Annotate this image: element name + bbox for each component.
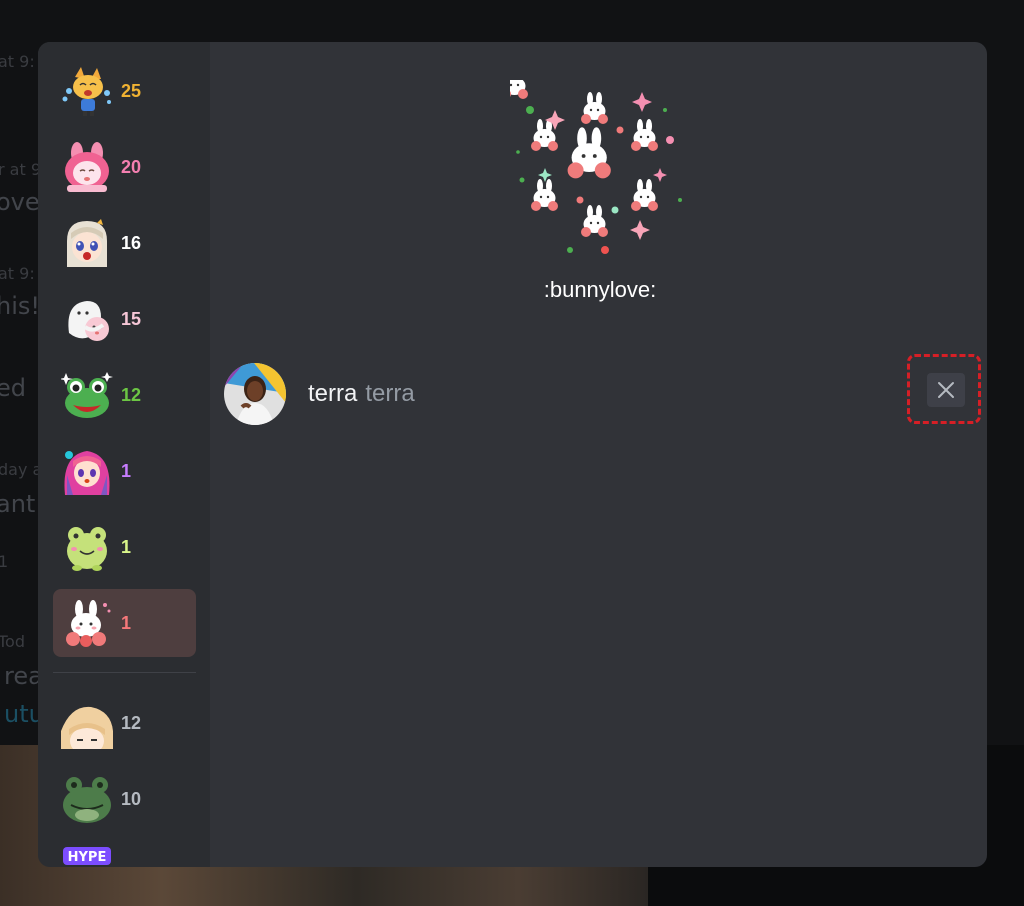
reaction-count: 1 xyxy=(121,536,132,557)
user-avatar xyxy=(224,363,286,425)
anime-girl-shocked-emoji xyxy=(61,217,113,269)
reaction-user-row[interactable]: terra terra xyxy=(224,362,415,426)
reactions-divider xyxy=(53,672,196,673)
frog-sparkle-emoji xyxy=(61,372,113,418)
reaction-count: 10 xyxy=(121,788,142,809)
reaction-count: 12 xyxy=(121,712,142,733)
reaction-count: 16 xyxy=(121,232,142,253)
frog-face-emoji xyxy=(63,777,111,823)
reaction-count: 25 xyxy=(121,80,142,101)
bg-chat-message: ant xyxy=(0,490,36,518)
anime-girl-peek-emoji xyxy=(61,706,113,749)
bg-chat-message: ed xyxy=(0,374,26,402)
reaction-item-pink-bunny-hood[interactable]: 20 xyxy=(53,133,196,201)
reaction-item-frog-face[interactable]: 10 xyxy=(53,765,196,833)
bg-chat-reaction: 1 xyxy=(0,552,9,571)
reaction-item-anime-girl-shocked[interactable]: 16 xyxy=(53,209,196,277)
remove-reaction-button[interactable] xyxy=(927,373,965,407)
reactions-modal: 25 20 16 15 12 1 1 1 12 10 HYPE:bunnylo… xyxy=(38,42,987,867)
hype-emoji: HYPE xyxy=(63,847,111,865)
bg-chat-timestamp: r at 9 xyxy=(0,160,42,179)
bg-chat-timestamp: Tod xyxy=(0,632,25,651)
reaction-item-hype[interactable]: HYPE xyxy=(53,841,196,867)
anime-girl-wave-emoji xyxy=(64,451,110,495)
bunny-love-emoji xyxy=(66,600,111,647)
bg-chat-timestamp: day a xyxy=(0,460,43,479)
bg-chat-timestamp: at 9: xyxy=(0,264,35,283)
reaction-count: 12 xyxy=(121,384,142,405)
reaction-item-anime-girl-peek[interactable]: 12 xyxy=(53,689,196,757)
ghost-hug-emoji xyxy=(68,301,109,341)
remove-reaction-highlight xyxy=(907,354,981,424)
user-display-name: terra xyxy=(308,380,358,407)
bg-chat-message: rea xyxy=(4,662,43,690)
bunny-love-emoji xyxy=(510,80,682,254)
close-icon xyxy=(938,382,954,398)
pink-bunny-hood-emoji xyxy=(65,142,109,192)
bg-chat-message: ove xyxy=(0,188,40,216)
reaction-count: 15 xyxy=(121,308,142,329)
reaction-count: 1 xyxy=(121,460,132,481)
green-frog-emoji xyxy=(67,527,107,571)
reaction-detail-panel: :bunnylove: terra terra xyxy=(210,42,987,867)
reaction-count: 20 xyxy=(121,156,142,177)
reaction-item-bunny-love[interactable]: 1 xyxy=(53,589,196,657)
cat-crying-emoji xyxy=(62,67,111,116)
user-username: terra xyxy=(365,380,415,407)
reaction-item-frog-sparkle[interactable]: 12 xyxy=(53,361,196,429)
svg-text:HYPE: HYPE xyxy=(68,850,107,865)
reaction-count: 1 xyxy=(121,612,132,633)
reaction-item-green-frog[interactable]: 1 xyxy=(53,513,196,581)
reaction-item-anime-girl-wave[interactable]: 1 xyxy=(53,437,196,505)
reaction-item-ghost-hug[interactable]: 15 xyxy=(53,285,196,353)
reaction-item-cat-crying[interactable]: 25 xyxy=(53,57,196,125)
bg-chat-message: his! xyxy=(0,292,41,320)
reactions-sidebar: 25 20 16 15 12 1 1 1 12 10 HYPE xyxy=(38,42,210,867)
bg-chat-timestamp: at 9: xyxy=(0,52,35,71)
emoji-name: :bunnylove: xyxy=(543,277,657,302)
